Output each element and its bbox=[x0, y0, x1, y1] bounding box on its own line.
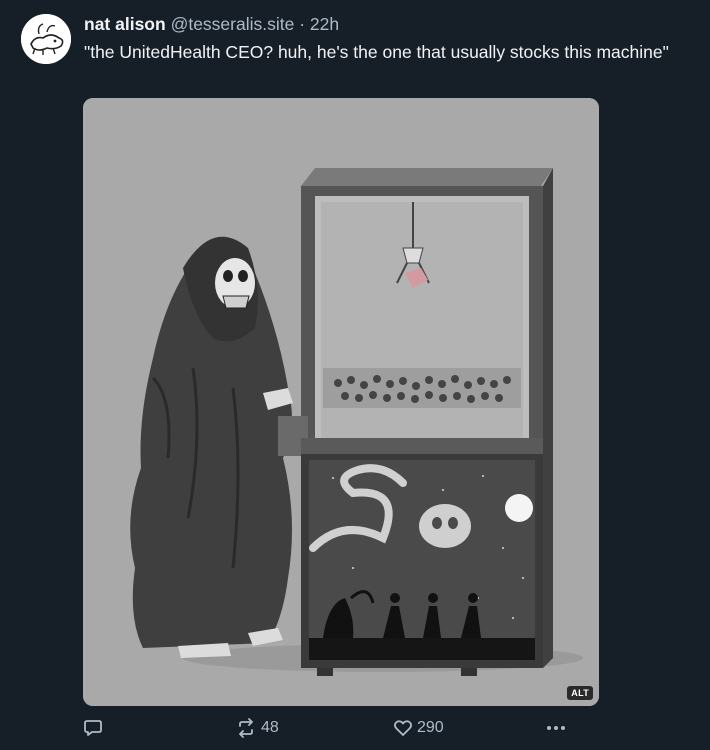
repost-count: 48 bbox=[261, 719, 279, 736]
post-text: "the UnitedHealth CEO? huh, he's the one… bbox=[84, 42, 669, 62]
ellipsis-icon bbox=[547, 726, 565, 730]
like-button[interactable]: 290 bbox=[393, 716, 444, 740]
heart-icon bbox=[394, 720, 412, 736]
repost-button[interactable]: 48 bbox=[235, 716, 279, 740]
post-timestamp[interactable]: 22h bbox=[310, 14, 339, 34]
like-count: 290 bbox=[417, 719, 444, 736]
post-image[interactable]: ALT bbox=[83, 98, 599, 706]
header-separator: · bbox=[299, 14, 306, 34]
author-name[interactable]: nat alison bbox=[84, 14, 166, 34]
speech-bubble-icon bbox=[84, 720, 102, 736]
post: nat alison @tesseralis.site · 22h "the U… bbox=[0, 0, 710, 750]
post-header: nat alison @tesseralis.site · 22h bbox=[84, 12, 339, 36]
avatar-drawing bbox=[21, 14, 71, 64]
grim-reaper-claw-machine-illustration bbox=[83, 98, 599, 706]
alt-text-badge[interactable]: ALT bbox=[567, 686, 593, 700]
post-actions: 48 290 bbox=[83, 716, 603, 740]
reply-button[interactable] bbox=[83, 716, 103, 740]
author-handle[interactable]: @tesseralis.site bbox=[171, 14, 295, 34]
avatar[interactable] bbox=[21, 14, 71, 64]
more-options-button[interactable] bbox=[545, 716, 567, 740]
repost-arrows-icon bbox=[239, 718, 253, 738]
